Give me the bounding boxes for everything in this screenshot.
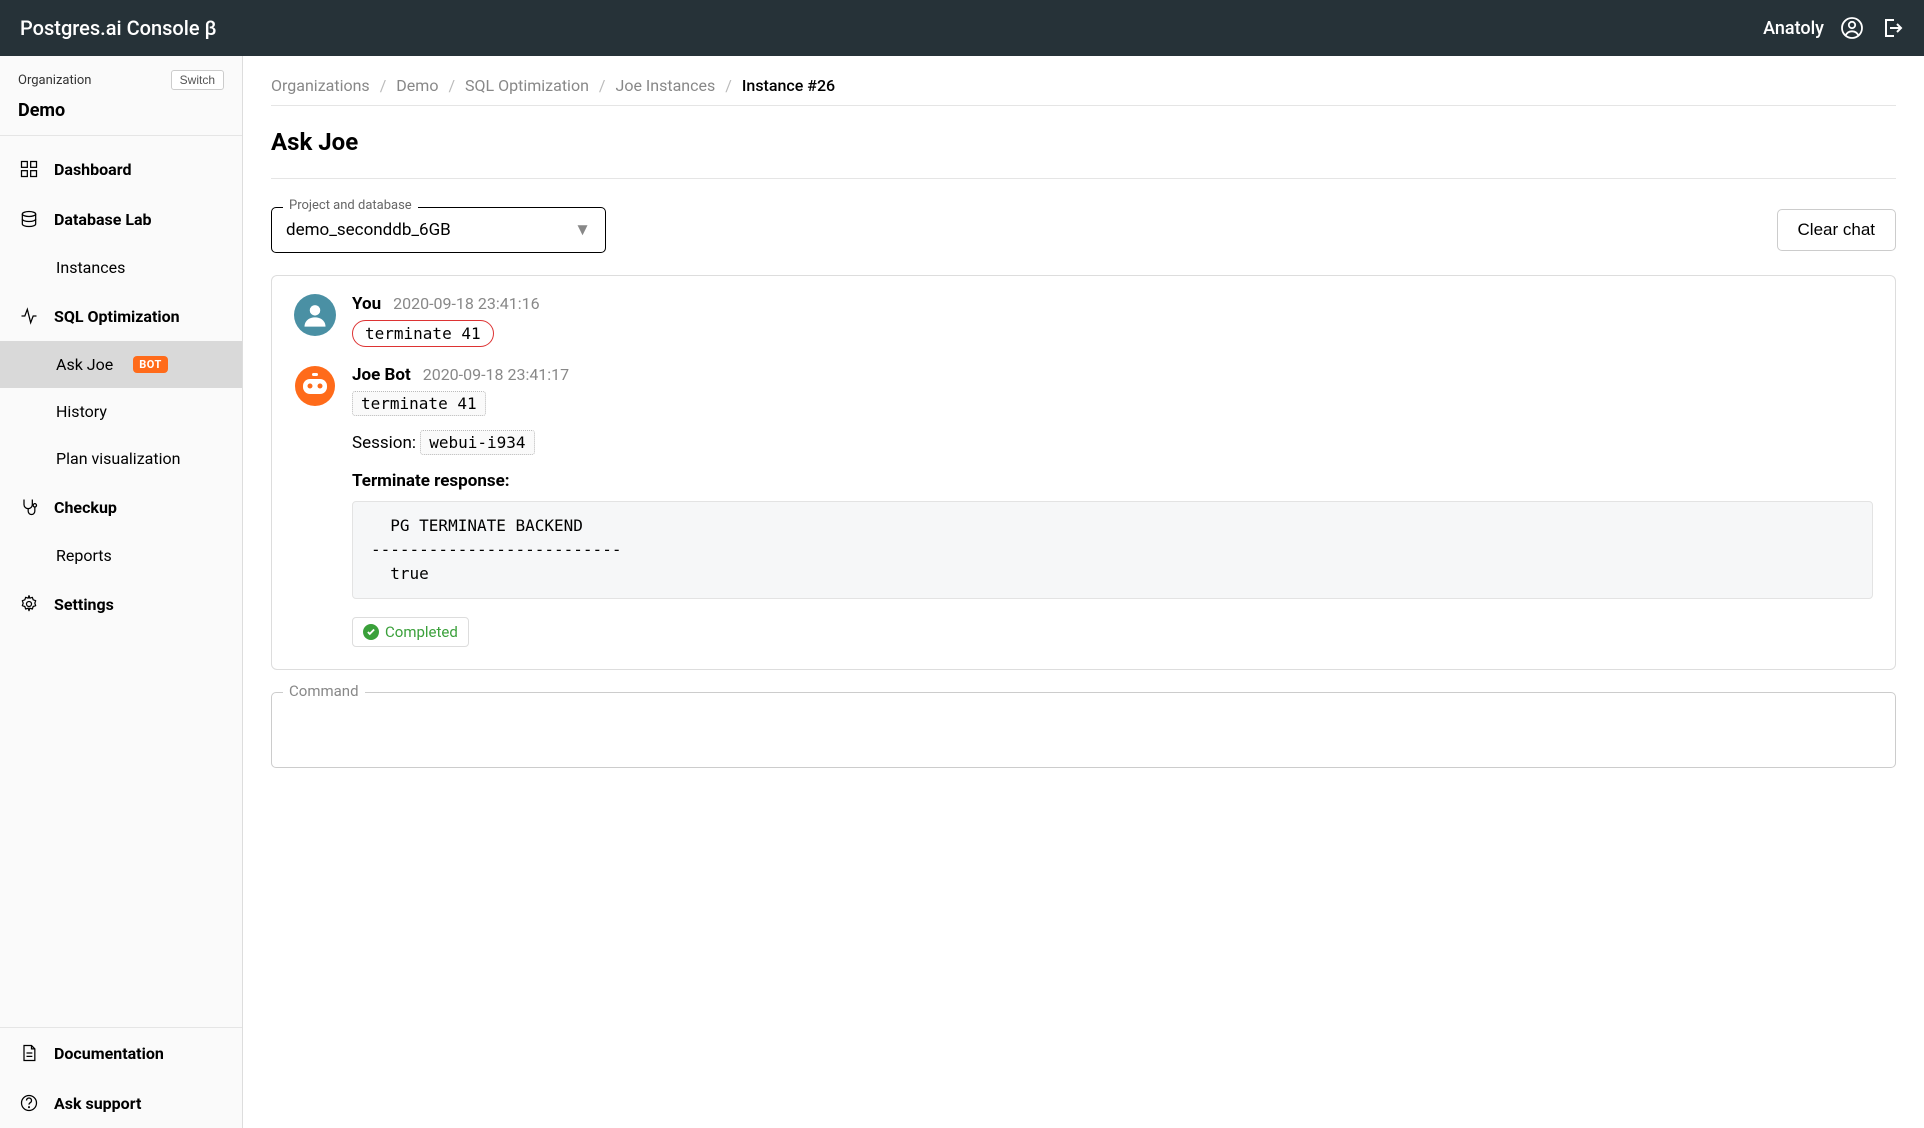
sidebar-item-label: Ask support — [54, 1094, 141, 1113]
switch-org-button[interactable]: Switch — [171, 70, 224, 90]
breadcrumb-separator: / — [380, 76, 387, 95]
message-author: You — [352, 294, 381, 314]
sidebar-item-label: Ask Joe — [56, 355, 113, 374]
breadcrumb-item[interactable]: SQL Optimization — [465, 76, 589, 95]
breadcrumb-separator: / — [448, 76, 455, 95]
divider — [271, 105, 1896, 106]
stethoscope-icon — [18, 496, 40, 518]
profile-icon[interactable] — [1840, 16, 1864, 40]
sidebar-item-checkup[interactable]: Checkup — [0, 482, 242, 532]
chevron-down-icon: ▼ — [574, 220, 591, 240]
user-command-highlight: terminate 41 — [352, 320, 494, 347]
echoed-command: terminate 41 — [352, 391, 486, 416]
sidebar-item-label: Settings — [54, 595, 114, 614]
logout-icon[interactable] — [1880, 16, 1904, 40]
command-input-wrap: Command — [271, 692, 1896, 772]
command-input[interactable] — [271, 692, 1896, 768]
sidebar-item-history[interactable]: History — [0, 388, 242, 435]
select-value: demo_seconddb_6GB — [286, 220, 451, 240]
sidebar-item-plan-visualization[interactable]: Plan visualization — [0, 435, 242, 482]
breadcrumb: Organizations / Demo / SQL Optimization … — [271, 76, 1896, 95]
sidebar: Organization Switch Demo Dashboard Datab… — [0, 56, 243, 1128]
divider — [271, 178, 1896, 179]
sidebar-item-label: History — [56, 402, 107, 421]
session-label: Session: — [352, 433, 416, 453]
help-icon — [18, 1092, 40, 1114]
sidebar-footer: Documentation Ask support — [0, 1027, 242, 1128]
user-avatar-icon — [294, 294, 336, 336]
sidebar-item-ask-joe[interactable]: Ask Joe BOT — [0, 341, 242, 388]
controls-row: Project and database demo_seconddb_6GB ▼… — [271, 207, 1896, 253]
database-icon — [18, 208, 40, 230]
sidebar-item-label: Dashboard — [54, 160, 131, 179]
breadcrumb-item[interactable]: Organizations — [271, 76, 370, 95]
bot-badge: BOT — [133, 356, 168, 373]
sidebar-item-sql-optimization[interactable]: SQL Optimization — [0, 291, 242, 341]
sidebar-item-reports[interactable]: Reports — [0, 532, 242, 579]
sidebar-item-label: Reports — [56, 546, 112, 565]
gear-icon — [18, 593, 40, 615]
sidebar-item-instances[interactable]: Instances — [0, 244, 242, 291]
sidebar-nav: Dashboard Database Lab Instances SQL Opt… — [0, 136, 242, 1027]
status-text: Completed — [385, 623, 458, 641]
page-title: Ask Joe — [271, 128, 1896, 156]
dashboard-icon — [18, 158, 40, 180]
breadcrumb-separator: / — [725, 76, 732, 95]
sidebar-item-database-lab[interactable]: Database Lab — [0, 194, 242, 244]
breadcrumb-item[interactable]: Demo — [396, 76, 438, 95]
chat-message-user: You 2020-09-18 23:41:16 terminate 41 — [294, 294, 1873, 347]
main-content: Organizations / Demo / SQL Optimization … — [243, 56, 1924, 1128]
header-right: Anatoly — [1763, 16, 1904, 40]
message-timestamp: 2020-09-18 23:41:16 — [393, 294, 539, 313]
clear-chat-button[interactable]: Clear chat — [1777, 209, 1896, 251]
breadcrumb-item[interactable]: Joe Instances — [616, 76, 716, 95]
sidebar-item-label: Documentation — [54, 1044, 164, 1063]
org-label: Organization — [18, 73, 91, 88]
response-heading: Terminate response: — [352, 471, 1873, 491]
check-icon — [363, 624, 379, 640]
response-body: PG TERMINATE BACKEND -------------------… — [352, 501, 1873, 599]
sidebar-item-label: SQL Optimization — [54, 307, 180, 326]
sidebar-item-label: Plan visualization — [56, 449, 180, 468]
activity-icon — [18, 305, 40, 327]
session-line: Session: webui-i934 — [352, 430, 1873, 455]
sidebar-item-dashboard[interactable]: Dashboard — [0, 144, 242, 194]
sidebar-item-ask-support[interactable]: Ask support — [0, 1078, 242, 1128]
sidebar-item-label: Instances — [56, 258, 125, 277]
command-label: Command — [283, 682, 365, 700]
breadcrumb-current: Instance #26 — [742, 76, 835, 95]
project-db-select[interactable]: Project and database demo_seconddb_6GB ▼ — [271, 207, 606, 253]
sidebar-item-documentation[interactable]: Documentation — [0, 1028, 242, 1078]
chat-box: You 2020-09-18 23:41:16 terminate 41 Joe… — [271, 275, 1896, 670]
message-timestamp: 2020-09-18 23:41:17 — [423, 365, 569, 384]
message-author: Joe Bot — [352, 365, 411, 385]
sidebar-item-settings[interactable]: Settings — [0, 579, 242, 629]
bot-avatar-icon — [294, 365, 336, 407]
app-title: Postgres.ai Console β — [20, 16, 216, 40]
status-badge: Completed — [352, 617, 469, 647]
select-label: Project and database — [283, 198, 418, 213]
app-header: Postgres.ai Console β Anatoly — [0, 0, 1924, 56]
sidebar-item-label: Checkup — [54, 498, 117, 517]
header-username[interactable]: Anatoly — [1763, 18, 1824, 39]
org-section: Organization Switch Demo — [0, 56, 242, 136]
chat-message-bot: Joe Bot 2020-09-18 23:41:17 terminate 41… — [294, 365, 1873, 647]
breadcrumb-separator: / — [599, 76, 606, 95]
session-id: webui-i934 — [420, 430, 534, 455]
document-icon — [18, 1042, 40, 1064]
sidebar-item-label: Database Lab — [54, 210, 152, 229]
org-name: Demo — [18, 100, 224, 121]
